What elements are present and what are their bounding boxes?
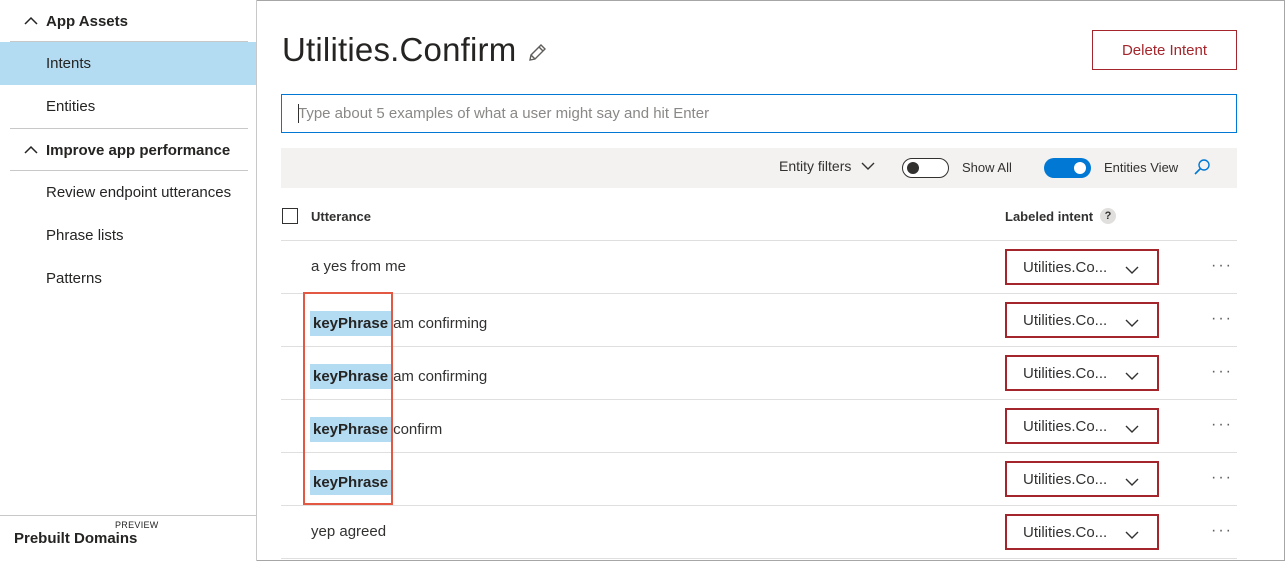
- filter-toolbar: [281, 148, 1237, 188]
- labeled-intent-dropdown[interactable]: Utilities.Co...: [1005, 408, 1159, 444]
- help-icon[interactable]: ?: [1100, 208, 1116, 224]
- table-row[interactable]: keyPhrase Utilities.Co... ···: [281, 453, 1281, 505]
- sidebar: App Assets Intents Entities Improve app …: [0, 0, 257, 561]
- labeled-intent-dropdown[interactable]: Utilities.Co...: [1005, 355, 1159, 391]
- utterance-input[interactable]: [281, 94, 1237, 133]
- more-options-icon[interactable]: ···: [1211, 522, 1233, 540]
- sidebar-item-label: Phrase lists: [46, 227, 124, 244]
- more-options-icon[interactable]: ···: [1211, 257, 1233, 275]
- sidebar-item-label: Entities: [46, 98, 96, 115]
- select-all-checkbox[interactable]: [282, 208, 298, 224]
- labeled-intent-dropdown[interactable]: Utilities.Co...: [1005, 461, 1159, 497]
- labeled-intent-dropdown[interactable]: Utilities.Co...: [1005, 514, 1159, 550]
- intent-value: Utilities.Co...: [1023, 470, 1108, 488]
- sidebar-item-label: Patterns: [46, 270, 102, 287]
- show-all-toggle[interactable]: [902, 158, 949, 178]
- table-row[interactable]: keyPhrase am confirming Utilities.Co... …: [281, 347, 1281, 399]
- row-divider: [281, 558, 1237, 559]
- search-icon[interactable]: [1193, 158, 1211, 176]
- entities-view-toggle[interactable]: [1044, 158, 1091, 178]
- sidebar-item-label: Review endpoint utterances: [46, 184, 232, 201]
- labeled-intent-dropdown[interactable]: Utilities.Co...: [1005, 249, 1159, 285]
- intent-value: Utilities.Co...: [1023, 523, 1108, 541]
- chevron-up-icon: [24, 14, 38, 28]
- entity-filters-dropdown[interactable]: Entity filters: [779, 158, 875, 174]
- sidebar-group-improve-performance[interactable]: Improve app performance: [10, 129, 248, 171]
- intent-value: Utilities.Co...: [1023, 417, 1108, 435]
- sidebar-group-app-assets[interactable]: App Assets: [10, 0, 248, 42]
- entities-view-label: Entities View: [1104, 160, 1179, 175]
- chevron-down-icon: [1125, 315, 1139, 332]
- chevron-down-icon: [861, 161, 875, 171]
- utterance-words: am confirming: [393, 368, 488, 385]
- show-all-label: Show All: [962, 160, 1012, 175]
- column-header-labeled-intent[interactable]: Labeled intent: [1005, 209, 1093, 224]
- chevron-down-icon: [1125, 474, 1139, 491]
- utterance-words: am confirming: [393, 315, 488, 332]
- edit-pencil-icon[interactable]: [526, 42, 548, 64]
- entity-filters-label: Entity filters: [779, 158, 852, 174]
- intent-value: Utilities.Co...: [1023, 311, 1108, 329]
- sidebar-group-label: Improve app performance: [46, 141, 231, 159]
- sidebar-item-patterns[interactable]: Patterns: [0, 257, 256, 300]
- utterance-text[interactable]: a yes from me: [311, 258, 406, 275]
- more-options-icon[interactable]: ···: [1211, 469, 1233, 487]
- annotation-highlight-box: [303, 292, 393, 505]
- text-caret: [298, 104, 299, 123]
- intent-value: Utilities.Co...: [1023, 258, 1108, 276]
- preview-badge: PREVIEW: [115, 520, 159, 530]
- utterance-words: confirm: [393, 421, 443, 438]
- utterance-text[interactable]: yep agreed: [311, 523, 386, 540]
- toggle-knob: [907, 162, 919, 174]
- sidebar-group-label: App Assets: [46, 12, 128, 30]
- sidebar-item-prebuilt-domains[interactable]: PREVIEW Prebuilt Domains: [0, 515, 256, 561]
- utterance-words: a yes from me: [311, 258, 407, 275]
- more-options-icon[interactable]: ···: [1211, 310, 1233, 328]
- sidebar-item-label: Prebuilt Domains: [14, 530, 138, 547]
- table-row[interactable]: keyPhrase am confirming Utilities.Co... …: [281, 294, 1281, 346]
- labeled-intent-dropdown[interactable]: Utilities.Co...: [1005, 302, 1159, 338]
- sidebar-item-entities[interactable]: Entities: [0, 85, 256, 128]
- toggle-knob: [1074, 162, 1086, 174]
- sidebar-item-intents[interactable]: Intents: [0, 42, 256, 85]
- more-options-icon[interactable]: ···: [1211, 363, 1233, 381]
- more-options-icon[interactable]: ···: [1211, 416, 1233, 434]
- chevron-down-icon: [1125, 262, 1139, 279]
- table-row[interactable]: yep agreed Utilities.Co... ···: [281, 506, 1281, 558]
- delete-intent-button[interactable]: Delete Intent: [1092, 30, 1237, 70]
- chevron-down-icon: [1125, 527, 1139, 544]
- column-header-utterance[interactable]: Utterance: [311, 209, 371, 224]
- chevron-up-icon: [24, 143, 38, 157]
- chevron-down-icon: [1125, 368, 1139, 385]
- table-row[interactable]: a yes from me Utilities.Co... ···: [281, 241, 1281, 293]
- utterance-words: yep agreed: [311, 523, 387, 540]
- intent-value: Utilities.Co...: [1023, 364, 1108, 382]
- chevron-down-icon: [1125, 421, 1139, 438]
- page-title: Utilities.Confirm: [282, 31, 517, 68]
- table-row[interactable]: keyPhrase confirm Utilities.Co... ···: [281, 400, 1281, 452]
- sidebar-item-phrase-lists[interactable]: Phrase lists: [0, 214, 256, 257]
- sidebar-item-review-endpoint-utterances[interactable]: Review endpoint utterances: [0, 171, 256, 214]
- sidebar-item-label: Intents: [46, 55, 92, 72]
